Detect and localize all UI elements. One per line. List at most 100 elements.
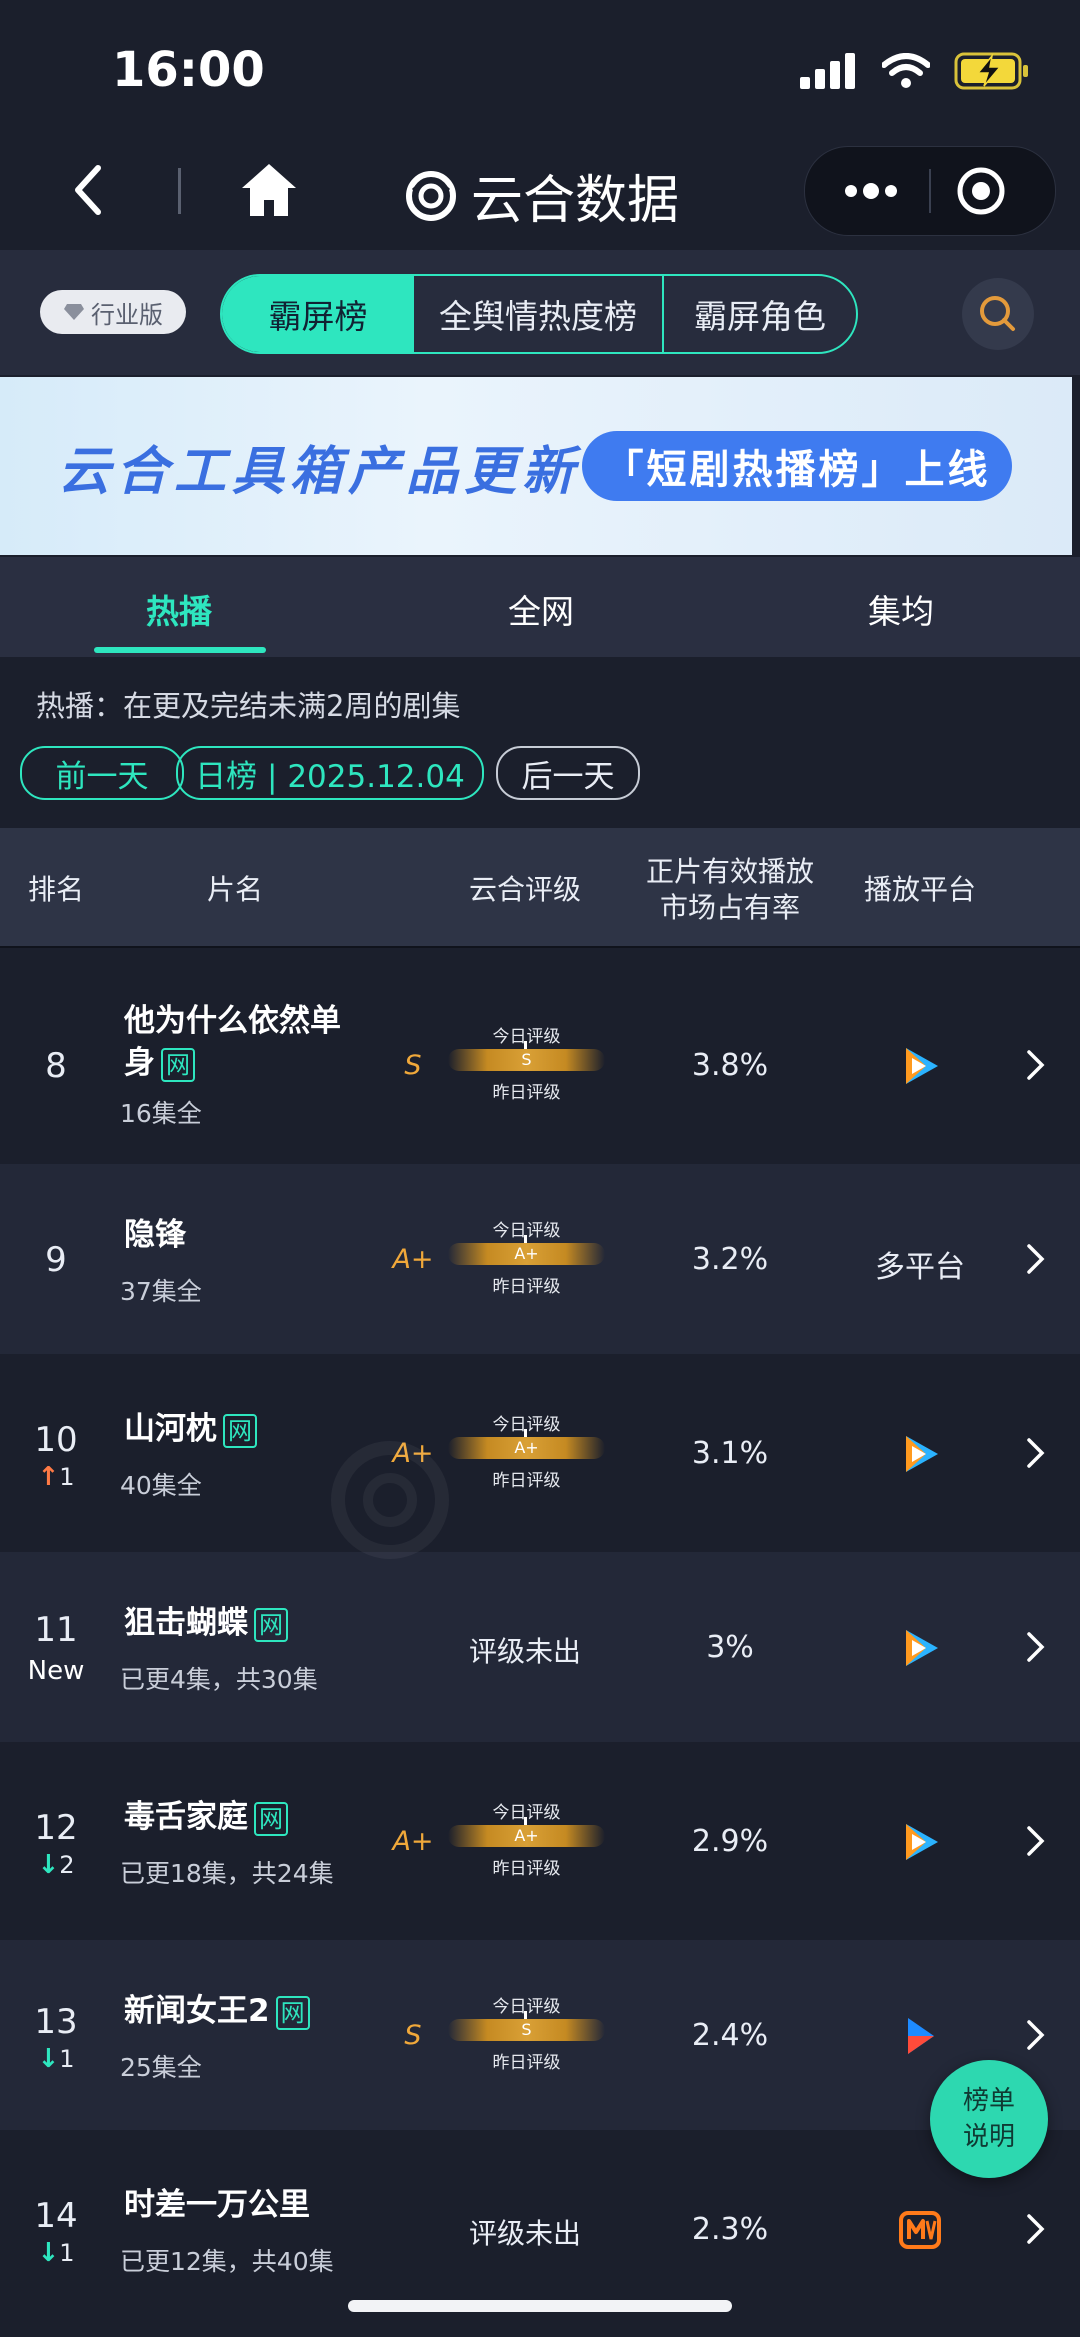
rating-yesterday-label: 昨日评级 bbox=[492, 1859, 561, 1879]
table-row[interactable]: 10 ↑1 山河枕网 40集全 A+ 今日评级 A+ 昨日评级 3.1% bbox=[0, 1358, 1080, 1548]
rank-number: 10 bbox=[34, 1420, 78, 1460]
segment-dominant-roles[interactable]: 霸屏角色 bbox=[664, 276, 856, 352]
rating-bar: 今日评级 A+ 昨日评级 bbox=[444, 1410, 609, 1491]
promo-banner[interactable]: 云合工具箱产品更新 「短剧热播榜」上线 bbox=[0, 377, 1072, 555]
rating-tick bbox=[524, 1817, 527, 1825]
rating-bar-fill: A+ bbox=[448, 1437, 605, 1459]
market-share: 2.4% bbox=[691, 2018, 769, 2053]
header-platform: 播放平台 bbox=[863, 873, 976, 906]
nav-divider bbox=[178, 168, 181, 214]
date-selector[interactable]: 日榜 | 2025.12.04 bbox=[176, 746, 484, 800]
grade-value: A+ bbox=[392, 1826, 434, 1857]
web-drama-badge: 网 bbox=[161, 1047, 195, 1082]
web-drama-badge: 网 bbox=[254, 1801, 288, 1836]
tab-hot[interactable]: 热播 bbox=[146, 585, 212, 633]
rank-up-arrow-icon: ↑ bbox=[37, 1462, 60, 1492]
segment-public-opinion[interactable]: 全舆情热度榜 bbox=[414, 276, 664, 352]
market-share: 3.8% bbox=[691, 1048, 769, 1083]
prev-day-button[interactable]: 前一天 bbox=[20, 746, 184, 800]
episode-info: 40集全 bbox=[120, 1471, 202, 1500]
show-title: 毒舌家庭网 bbox=[124, 1796, 288, 1838]
web-drama-badge: 网 bbox=[223, 1413, 257, 1448]
show-title-line1: 毒舌家庭 bbox=[124, 1799, 248, 1835]
rating-bar-grade: A+ bbox=[514, 1826, 539, 1845]
tencent-video-icon bbox=[906, 1824, 938, 1860]
episode-info: 已更12集，共40集 bbox=[120, 2247, 334, 2276]
rank-number: 12 bbox=[34, 1808, 78, 1848]
market-share: 2.3% bbox=[691, 2212, 769, 2247]
show-title-line1: 时差一万公里 bbox=[124, 2187, 310, 2223]
rank-down-arrow-icon: ↓ bbox=[37, 2044, 60, 2074]
rank-change-value: 2 bbox=[59, 1851, 75, 1879]
home-indicator[interactable] bbox=[348, 2300, 732, 2312]
header-share-line1: 正片有效播放 bbox=[645, 855, 814, 888]
rank-change: ↓1 bbox=[20, 2238, 92, 2268]
episode-info: 25集全 bbox=[120, 2053, 202, 2082]
industry-edition-badge[interactable]: 行业版 bbox=[40, 290, 186, 334]
show-title-line1: 山河枕 bbox=[124, 1411, 217, 1447]
rank-change-value: 1 bbox=[59, 2045, 75, 2073]
rating-tick bbox=[524, 1235, 527, 1243]
chevron-right-icon[interactable] bbox=[1025, 2212, 1047, 2246]
home-icon[interactable] bbox=[238, 160, 300, 220]
table-row[interactable]: 13 ↓1 新闻女王2 网 25集全 S 今日评级 S 昨日评级 2.4% bbox=[0, 1940, 1080, 2130]
market-share: 2.9% bbox=[691, 1824, 769, 1859]
chevron-right-icon[interactable] bbox=[1025, 1242, 1047, 1276]
chevron-right-icon[interactable] bbox=[1025, 1436, 1047, 1470]
rating-bar: 今日评级 A+ 昨日评级 bbox=[444, 1798, 609, 1879]
rating-bar-grade: S bbox=[521, 2020, 532, 2039]
chevron-right-icon[interactable] bbox=[1025, 2018, 1047, 2052]
new-entry-badge: New bbox=[27, 1656, 85, 1686]
rating-yesterday-label: 昨日评级 bbox=[492, 1083, 561, 1103]
next-day-button[interactable]: 后一天 bbox=[496, 746, 640, 800]
tab-per-episode[interactable]: 集均 bbox=[868, 585, 934, 633]
ranking-type-bar: 行业版 霸屏榜 全舆情热度榜 霸屏角色 bbox=[0, 250, 1080, 375]
show-title: 山河枕网 bbox=[124, 1408, 257, 1450]
rating-tick bbox=[524, 1429, 527, 1437]
chevron-right-icon[interactable] bbox=[1025, 1824, 1047, 1858]
web-drama-badge: 网 bbox=[254, 1607, 288, 1642]
rank-change: ↓1 bbox=[20, 2044, 92, 2074]
show-title: 狙击蝴蝶网 bbox=[124, 1602, 288, 1644]
chevron-right-icon[interactable] bbox=[1025, 1630, 1047, 1664]
episode-info: 已更4集，共30集 bbox=[120, 1665, 318, 1694]
episode-info: 已更18集，共24集 bbox=[120, 1859, 334, 1888]
table-row[interactable]: 12 ↓2 毒舌家庭网 已更18集，共24集 A+ 今日评级 A+ 昨日评级 2… bbox=[0, 1746, 1080, 1936]
rank-down-arrow-icon: ↓ bbox=[37, 1850, 60, 1880]
table-row[interactable]: 11 New 狙击蝴蝶网 已更4集，共30集 评级未出 3% bbox=[0, 1552, 1080, 1742]
rank-down-arrow-icon: ↓ bbox=[37, 2238, 60, 2268]
status-bar: 16:00 bbox=[0, 0, 1080, 140]
fab-line2: 说明 bbox=[962, 2122, 1015, 2152]
rating-bar: 今日评级 A+ 昨日评级 bbox=[444, 1216, 609, 1297]
banner-headline: 云合工具箱产品更新 bbox=[58, 442, 581, 502]
grade-value: S bbox=[404, 1050, 422, 1081]
ranking-explanation-button[interactable]: 榜单 说明 bbox=[930, 2060, 1048, 2178]
rank-number: 11 bbox=[34, 1610, 78, 1650]
rating-bar-grade: A+ bbox=[514, 1438, 539, 1457]
industry-edition-label: 行业版 bbox=[91, 300, 163, 329]
search-button[interactable] bbox=[962, 278, 1034, 350]
rating-bar-fill: A+ bbox=[448, 1243, 605, 1265]
segment-screen-dominance[interactable]: 霸屏榜 bbox=[222, 276, 414, 352]
rating-tick bbox=[524, 1041, 527, 1049]
close-miniapp-icon[interactable] bbox=[955, 165, 1007, 217]
table-row[interactable]: 8 他为什么依然单 身网 16集全 S 今日评级 S 昨日评级 3.8% bbox=[0, 970, 1080, 1160]
tencent-video-icon bbox=[906, 1630, 938, 1666]
search-icon bbox=[980, 296, 1015, 331]
rank-change-value: 1 bbox=[59, 1463, 75, 1491]
platform-text: 多平台 bbox=[875, 1250, 965, 1285]
more-icon[interactable] bbox=[835, 171, 915, 211]
table-row[interactable]: 9 隐锋 37集全 A+ 今日评级 A+ 昨日评级 3.2% 多平台 bbox=[0, 1164, 1080, 1354]
rating-bar-fill: A+ bbox=[448, 1825, 605, 1847]
market-share: 3% bbox=[706, 1630, 754, 1665]
rating-yesterday-label: 昨日评级 bbox=[492, 1277, 561, 1297]
tab-all-network[interactable]: 全网 bbox=[508, 585, 574, 633]
rank-change: ↑1 bbox=[20, 1462, 92, 1492]
rating-bar: 今日评级 S 昨日评级 bbox=[444, 1992, 609, 2073]
cellular-signal-icon bbox=[800, 53, 855, 89]
chevron-right-icon[interactable] bbox=[1025, 1048, 1047, 1082]
back-arrow-icon[interactable] bbox=[60, 160, 120, 220]
mango-tv-icon bbox=[899, 2211, 941, 2249]
rating-bar-grade: A+ bbox=[514, 1244, 539, 1263]
rank-number: 9 bbox=[45, 1240, 67, 1280]
